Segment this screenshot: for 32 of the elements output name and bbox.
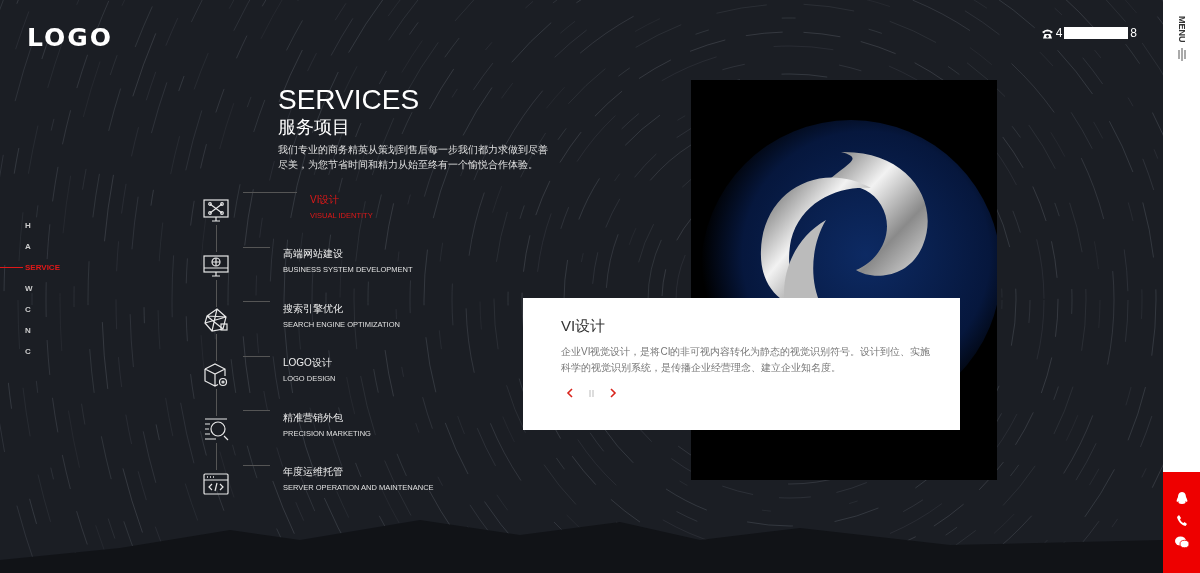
side-nav-item[interactable]: C — [0, 299, 31, 320]
penguin-icon[interactable] — [1175, 492, 1188, 505]
side-nav-item[interactable]: C — [0, 341, 31, 362]
service-icon[interactable] — [203, 361, 229, 388]
side-nav-item[interactable]: H — [0, 215, 31, 236]
service-title[interactable]: LOGO设计 — [283, 357, 336, 370]
phone-number-end: 8 — [1130, 26, 1137, 40]
chat-bubbles-icon[interactable] — [1174, 536, 1189, 548]
service-title[interactable]: 搜索引擎优化 — [283, 302, 400, 315]
section-description: 我们专业的商务精英从策划到售后每一步我们都力求做到尽善尽美，为您节省时间和精力从始至终有一个愉悦合作体验。 — [278, 143, 549, 172]
service-title[interactable]: VI设计 — [310, 193, 373, 206]
service-icon[interactable] — [203, 307, 229, 334]
side-nav-item[interactable]: W — [0, 278, 33, 299]
menu-icon — [1177, 47, 1186, 61]
logo[interactable]: LOGO — [27, 26, 114, 50]
service-icon[interactable] — [203, 416, 229, 443]
section-title: SERVICES — [278, 84, 421, 116]
service-title[interactable]: 精准营销外包 — [283, 411, 371, 424]
section-subtitle: 服务项目 — [278, 116, 351, 138]
service-title[interactable]: 高端网站建设 — [283, 248, 413, 261]
side-nav-item[interactable]: N — [0, 320, 31, 341]
service-icon[interactable] — [203, 252, 229, 279]
phone-icon[interactable] — [1176, 515, 1187, 526]
service-title[interactable]: 年度运维托管 — [283, 466, 434, 479]
detail-title: VI设计 — [561, 316, 607, 336]
side-nav-item[interactable]: A — [0, 236, 31, 257]
phone-icon — [1040, 27, 1054, 39]
detail-description: 企业VI视觉设计，是将CI的非可视内容转化为静态的视觉识别符号。设计到位、实施科学的视觉识别系统，是传播企业经营理念、建立企业知名度。 — [561, 345, 932, 375]
phone-number-start: 4 — [1055, 26, 1063, 40]
service-icon[interactable] — [203, 198, 229, 225]
redaction-block — [1064, 27, 1129, 39]
service-icon[interactable] — [203, 470, 229, 497]
